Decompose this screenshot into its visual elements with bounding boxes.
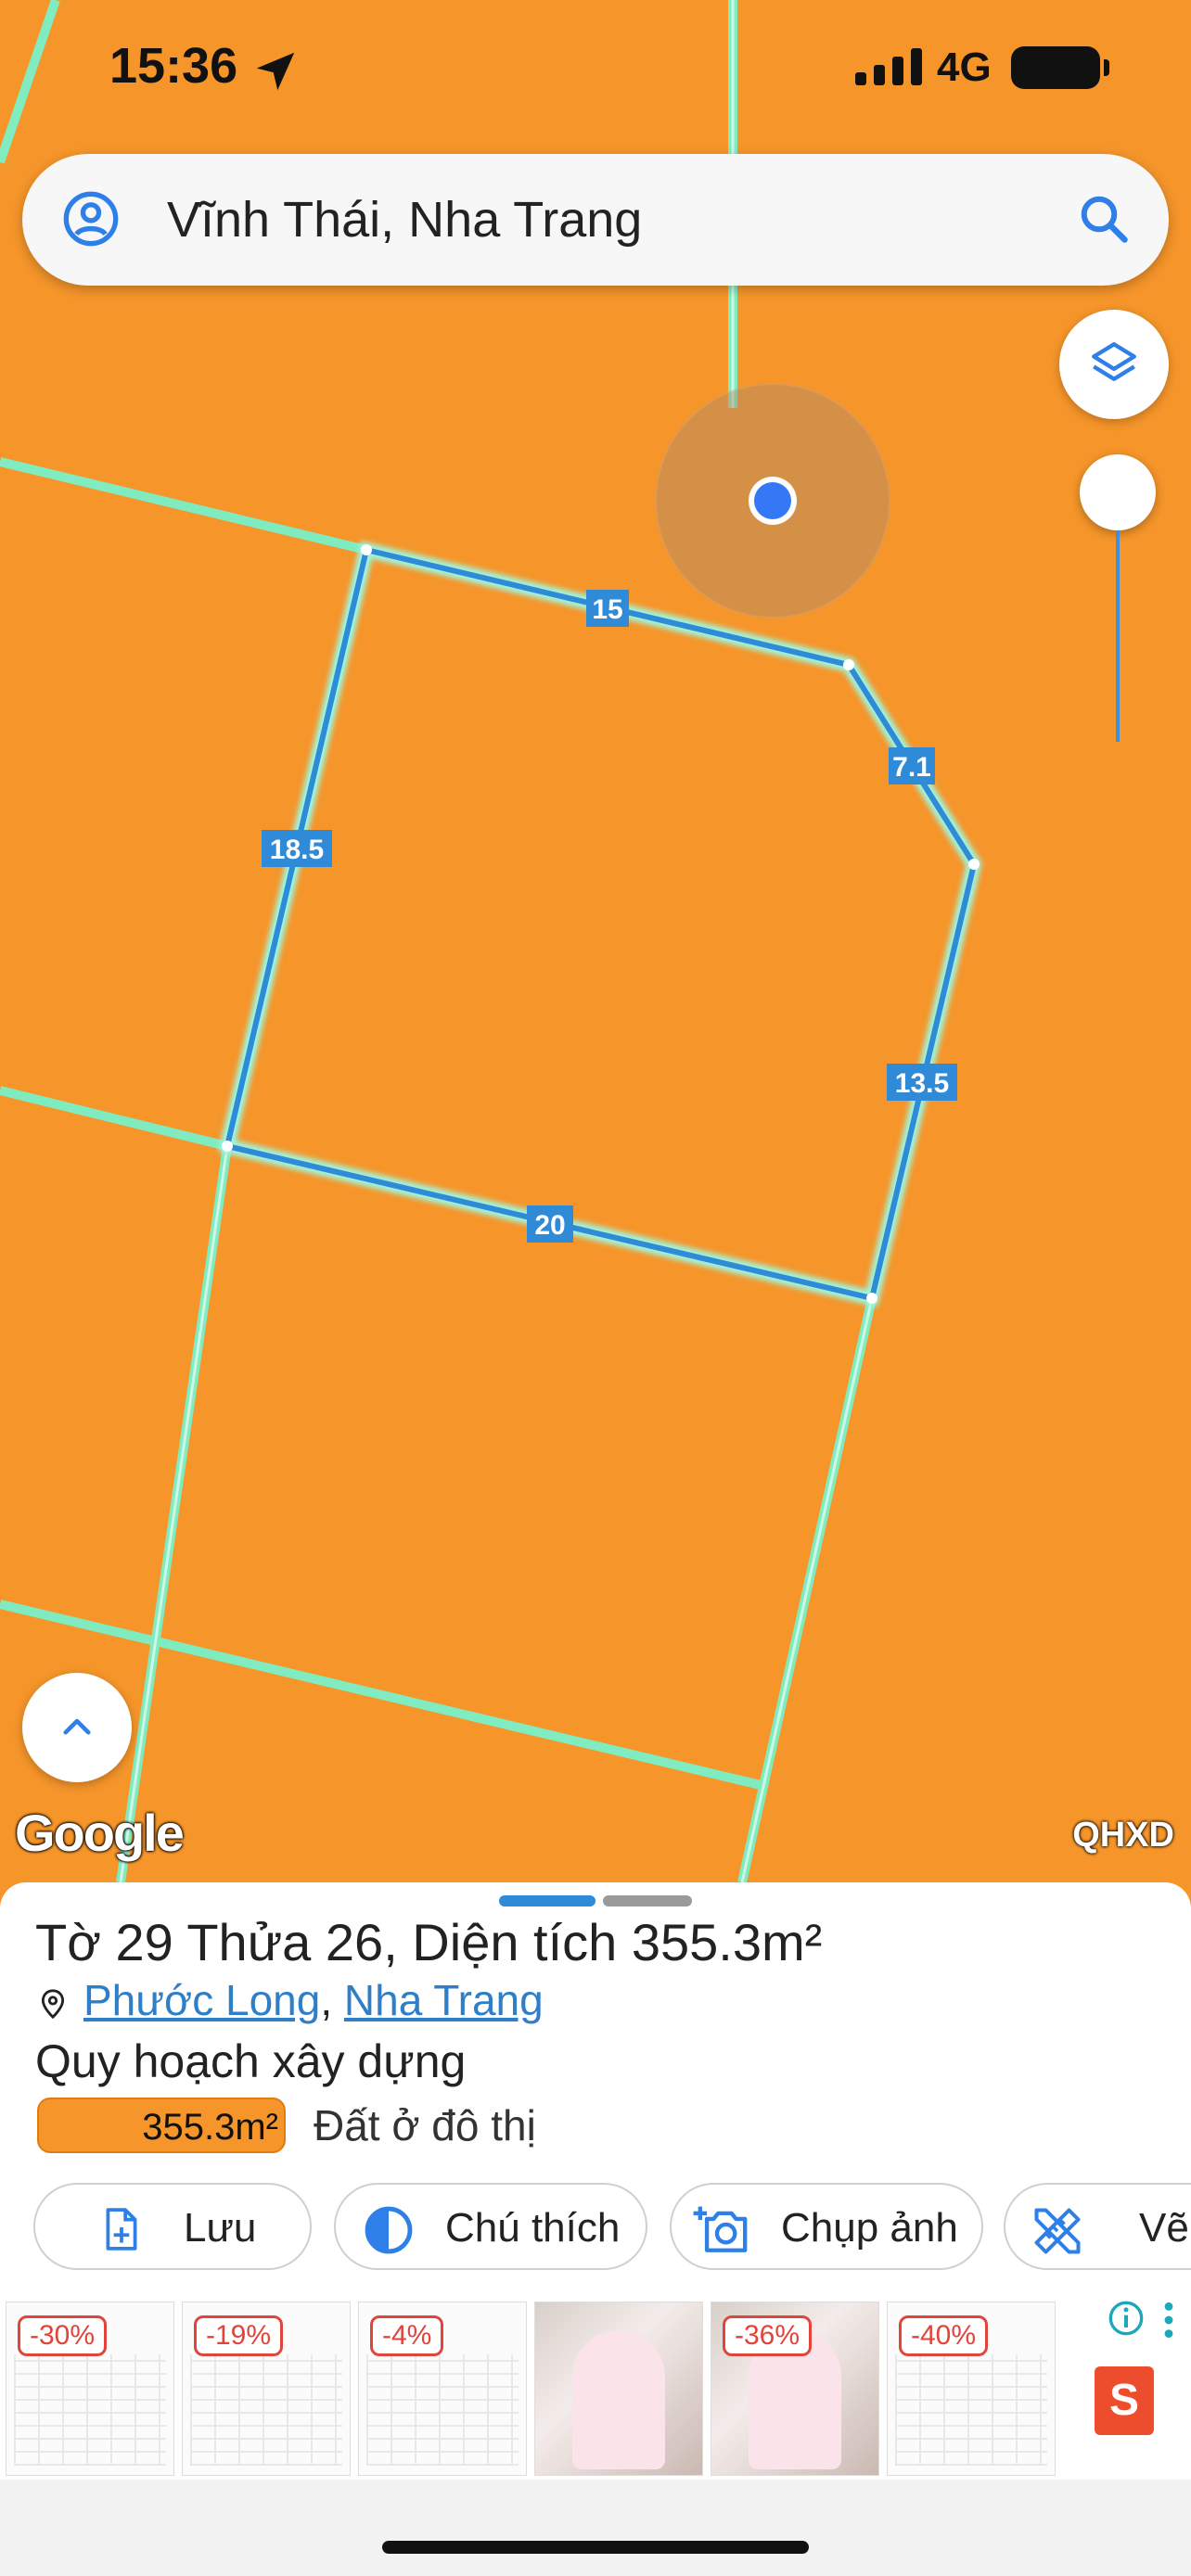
more-options-icon[interactable] — [1161, 2300, 1176, 2340]
network-type: 4G — [937, 45, 992, 90]
discount-badge: -19% — [194, 2315, 284, 2356]
ad-photo — [572, 2330, 665, 2469]
home-indicator[interactable] — [382, 2541, 809, 2554]
photo-label: Chụp ảnh — [781, 2205, 958, 2251]
google-attribution: Google — [15, 1804, 185, 1862]
land-use-swatch: 355.3m² — [37, 2098, 286, 2153]
save-label: Lưu — [184, 2205, 257, 2251]
ad-info-icon[interactable] — [1108, 2300, 1145, 2337]
search-icon[interactable] — [1076, 191, 1132, 247]
action-chips: Lưu Chú thích Chụp ảnh Vẽ — [0, 2183, 1191, 2274]
legend-button[interactable]: Chú thích — [334, 2183, 647, 2270]
bottom-safe-area — [0, 2480, 1191, 2576]
ad-size-table — [190, 2354, 342, 2466]
account-icon[interactable] — [61, 189, 121, 249]
layers-icon — [1092, 342, 1136, 381]
parcel-location: Phước Long, Nha Trang — [37, 1975, 544, 2025]
svg-text:15: 15 — [592, 594, 622, 625]
ad-item[interactable]: -30% — [6, 2302, 174, 2476]
sheet-number: 29 — [115, 1913, 173, 1971]
discount-badge: -36% — [723, 2315, 813, 2356]
map-pin-icon — [41, 1989, 65, 2019]
signal-icon — [855, 48, 922, 85]
chevron-up-icon — [63, 1718, 91, 1735]
ad-size-table — [366, 2354, 519, 2466]
opacity-slider-track[interactable] — [1116, 530, 1120, 742]
ad-item[interactable]: -40% — [887, 2302, 1056, 2476]
file-add-icon — [106, 2208, 137, 2251]
svg-text:20: 20 — [534, 1210, 565, 1241]
search-bar[interactable]: Vĩnh Thái, Nha Trang — [22, 154, 1169, 286]
layers-button[interactable] — [1059, 310, 1169, 419]
edge-label-left: 18.5 — [262, 830, 332, 867]
battery-icon — [1011, 46, 1109, 89]
edge-label-top: 15 — [586, 590, 629, 627]
parcel-area: 355.3m² — [631, 1913, 823, 1971]
plot-number: 26 — [325, 1913, 384, 1971]
layer-label: QHXD — [1072, 1816, 1174, 1855]
ad-size-table — [14, 2354, 166, 2466]
svg-text:18.5: 18.5 — [270, 835, 324, 865]
edge-label-bottom: 20 — [527, 1205, 573, 1243]
contrast-icon — [365, 2206, 413, 2254]
city-link[interactable]: Nha Trang — [344, 1976, 544, 2024]
discount-badge: -40% — [899, 2315, 989, 2356]
status-time: 15:36 — [109, 38, 238, 94]
ad-item[interactable] — [534, 2302, 703, 2476]
opacity-slider-handle[interactable] — [1080, 454, 1156, 530]
svg-text:7.1: 7.1 — [892, 752, 931, 783]
ad-item[interactable]: -36% — [711, 2302, 879, 2476]
edge-label-top-right: 7.1 — [889, 747, 935, 784]
search-input[interactable]: Vĩnh Thái, Nha Trang — [167, 191, 642, 249]
svg-text:13.5: 13.5 — [895, 1068, 949, 1099]
expand-button[interactable] — [22, 1673, 132, 1782]
location-arrow-icon — [256, 52, 295, 91]
photo-button[interactable]: Chụp ảnh — [670, 2183, 983, 2270]
land-use-legend: 355.3m² Đất ở đô thị — [37, 2098, 536, 2153]
camera-add-icon — [693, 2206, 748, 2252]
planning-heading: Quy hoạch xây dựng — [35, 2035, 467, 2087]
ad-item[interactable]: -19% — [182, 2302, 351, 2476]
discount-badge: -30% — [18, 2315, 108, 2356]
ad-item[interactable]: -4% — [358, 2302, 527, 2476]
draw-label: Vẽ — [1139, 2205, 1189, 2251]
status-bar: 15:36 4G — [0, 0, 1191, 139]
ruler-pencil-icon — [1034, 2208, 1081, 2254]
current-location-marker[interactable] — [655, 383, 890, 618]
page-indicator — [603, 1895, 692, 1906]
land-use-type: Đất ở đô thị — [314, 2101, 536, 2149]
shopee-logo[interactable]: S — [1095, 2366, 1154, 2435]
ad-size-table — [895, 2354, 1047, 2466]
discount-badge: -4% — [370, 2315, 444, 2356]
legend-label: Chú thích — [445, 2205, 621, 2251]
parcel-boundary[interactable] — [224, 546, 978, 1302]
ad-banner[interactable]: -30% -19% -4% -36% -40% — [0, 2298, 1191, 2480]
parcel-title: Tờ 29 Thửa 26, Diện tích 355.3m² — [35, 1913, 823, 1971]
edge-label-right: 13.5 — [887, 1064, 957, 1101]
page-indicator-active — [499, 1895, 596, 1906]
ward-link[interactable]: Phước Long — [83, 1976, 320, 2024]
draw-button[interactable]: Vẽ — [1004, 2183, 1191, 2270]
save-button[interactable]: Lưu — [33, 2183, 312, 2270]
